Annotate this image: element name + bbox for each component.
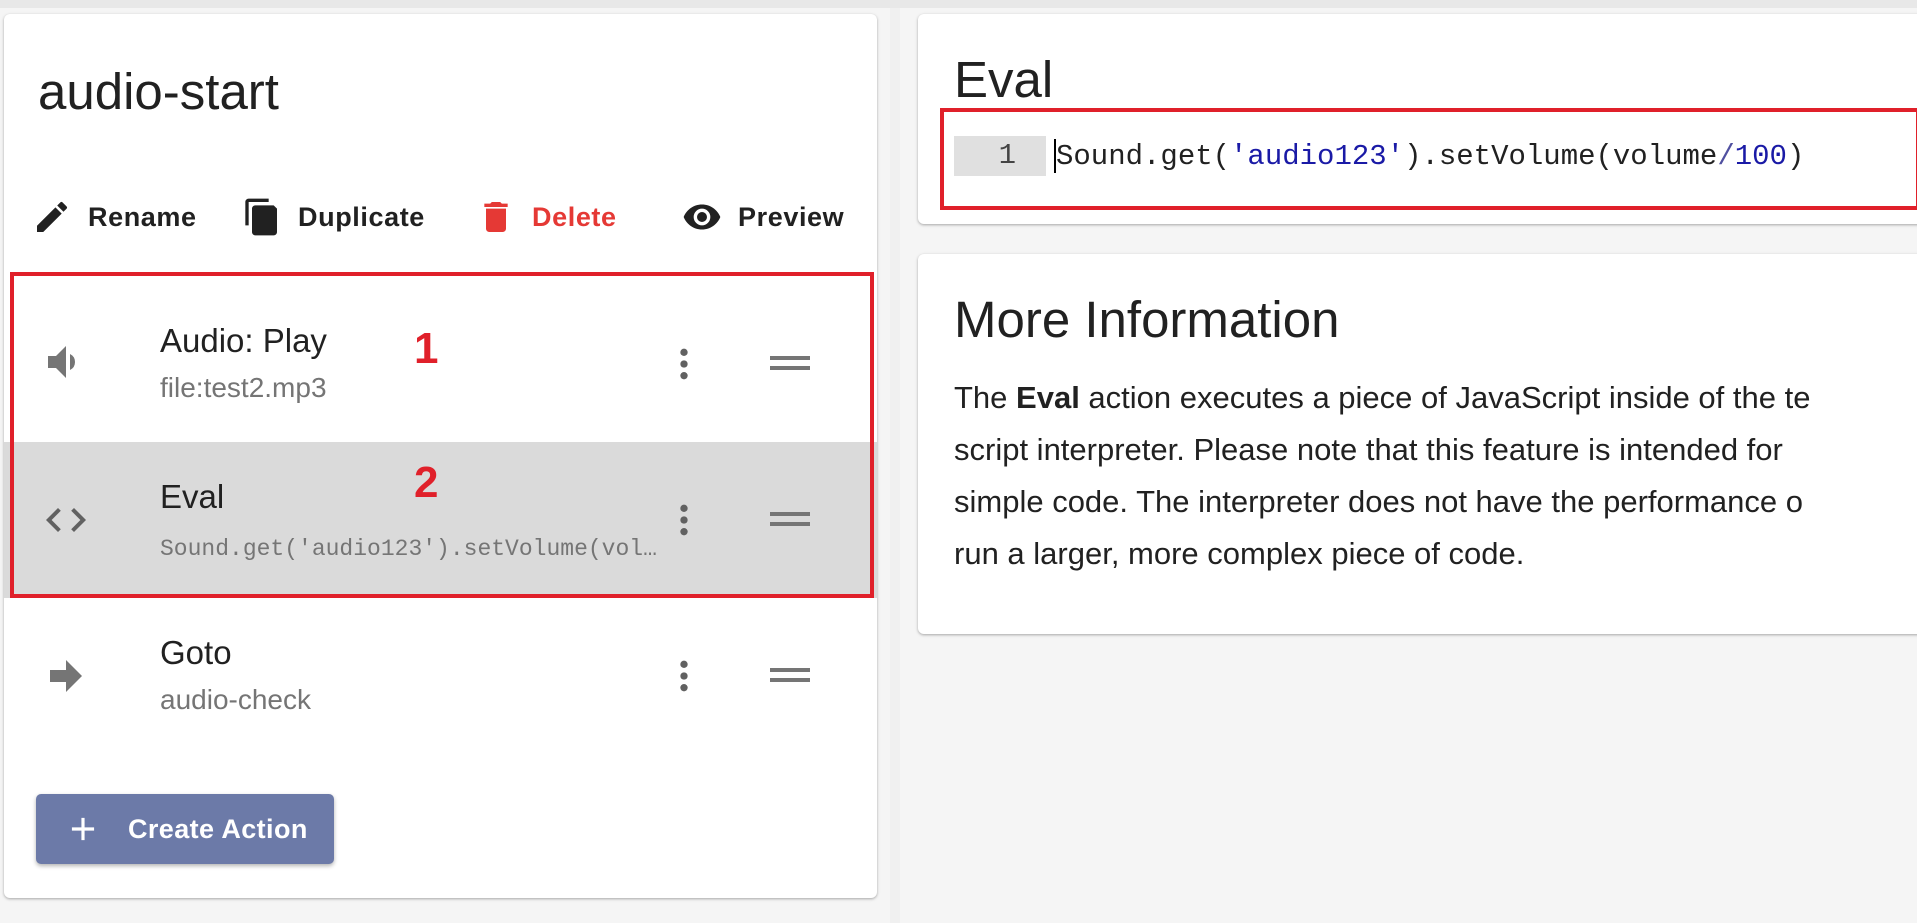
duplicate-label: Duplicate <box>298 201 425 232</box>
copy-icon <box>245 198 277 236</box>
column-divider <box>890 8 900 923</box>
action-row-goto[interactable]: Goto audio-check <box>4 598 877 754</box>
sequence-card: audio-start Rename Duplicate Delete Prev… <box>4 14 877 898</box>
info-line: simple code. The interpreter does not ha… <box>954 484 1803 519</box>
info-description: The Eval action executes a piece of Java… <box>954 372 1914 580</box>
info-text-span: The <box>954 380 1017 415</box>
plus-icon <box>71 817 95 841</box>
create-action-label: Create Action <box>128 813 308 844</box>
top-bar <box>0 0 1917 8</box>
drag-handle-icon[interactable] <box>770 664 810 688</box>
info-line: The Eval action executes a piece of Java… <box>954 372 1914 424</box>
duplicate-button[interactable]: Duplicate <box>242 192 425 242</box>
preview-button[interactable]: Preview <box>682 192 844 242</box>
arrow-right-icon <box>50 660 82 692</box>
create-action-button[interactable]: Create Action <box>36 794 334 864</box>
info-text-span: action executes a piece of JavaScript in… <box>1079 380 1811 415</box>
action-subtitle: audio-check <box>160 684 311 715</box>
more-information-card: More Information The Eval action execute… <box>918 254 1917 634</box>
eval-title: Eval <box>954 51 1054 108</box>
info-line: run a larger, more complex piece of code… <box>954 536 1525 571</box>
pencil-icon <box>37 201 68 232</box>
annotation-box <box>10 272 874 598</box>
delete-button[interactable]: Delete <box>476 192 617 242</box>
page-title: audio-start <box>38 63 279 120</box>
annotation-box <box>940 108 1917 210</box>
eval-card: Eval 1 Sound.get('audio123').setVolume(v… <box>918 14 1917 224</box>
rename-label: Rename <box>88 201 197 232</box>
more-vert-icon[interactable] <box>664 652 704 700</box>
info-bold-term: Eval <box>1016 380 1080 415</box>
delete-label: Delete <box>532 201 617 232</box>
preview-label: Preview <box>738 201 845 232</box>
rename-button[interactable]: Rename <box>32 192 197 242</box>
action-title: Goto <box>160 634 232 671</box>
info-title: More Information <box>954 291 1340 348</box>
trash-icon <box>484 202 508 232</box>
eye-icon <box>683 204 721 230</box>
info-line: script interpreter. Please note that thi… <box>954 432 1783 467</box>
